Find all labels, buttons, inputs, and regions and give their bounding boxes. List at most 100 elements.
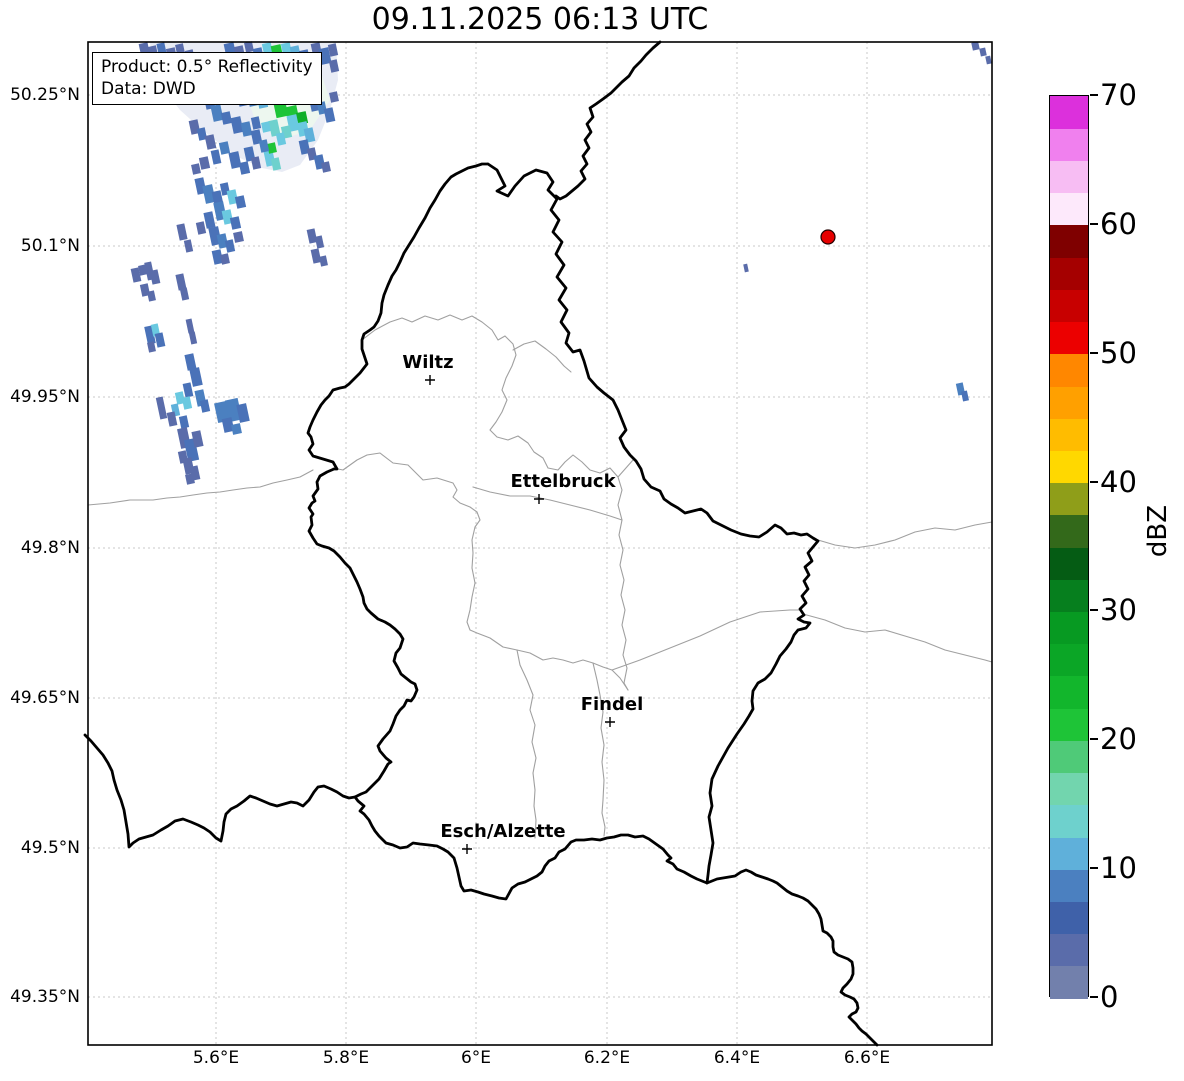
colorbar-segment	[1050, 869, 1088, 902]
colorbar-axis-label: dBZ	[1143, 504, 1173, 558]
radar-echo-cell	[985, 55, 992, 65]
radar-echo-cell	[234, 195, 247, 209]
city-marker	[462, 844, 472, 854]
colorbar-segment	[1050, 836, 1088, 870]
radar-echo-cell	[155, 396, 168, 420]
radar-echo-cell	[231, 423, 242, 435]
colorbar-tick-label: 40	[1100, 464, 1137, 499]
radar-echo-cell	[210, 149, 222, 165]
colorbar-segment	[1050, 321, 1088, 355]
map-svg: Wiltz Ettelbruck Findel Esch/Alzette	[83, 40, 993, 1047]
city-label: Ettelbruck	[510, 471, 616, 492]
colorbar-tick-label: 20	[1100, 722, 1137, 757]
radar-echo-cell	[224, 239, 236, 253]
colorbar-tick-label: 30	[1100, 593, 1137, 628]
colorbar-tick-label: 50	[1100, 335, 1137, 370]
city-marker	[425, 375, 435, 385]
colorbar-segment	[1050, 933, 1088, 967]
radar-echo-cell	[198, 156, 211, 170]
national-border	[306, 162, 820, 901]
colorbar-tick	[1090, 94, 1098, 96]
y-tick-label: 49.5°N	[20, 838, 80, 858]
y-tick-label: 49.95°N	[10, 387, 80, 407]
colorbar-segment	[1050, 643, 1088, 677]
colorbar-segment	[1050, 418, 1088, 451]
colorbar-segment	[1050, 611, 1088, 645]
x-tick-label: 6.4°E	[713, 1048, 761, 1068]
radar-echo-cell	[178, 415, 190, 429]
radar-echo-cell	[195, 221, 207, 235]
y-tick-label: 49.8°N	[20, 538, 80, 558]
district-border	[512, 340, 572, 373]
colorbar-segment	[1050, 804, 1088, 838]
colorbar-segment	[1050, 450, 1088, 484]
product-info-box: Product: 0.5° Reflectivity Data: DWD	[92, 52, 322, 106]
colorbar-segment	[1050, 901, 1088, 935]
radar-echo-cell	[149, 269, 161, 285]
x-tick-label: 6°E	[460, 1048, 492, 1068]
colorbar-tick-label: 70	[1100, 78, 1137, 112]
radar-echo-cell	[181, 396, 193, 410]
y-tick-label: 50.1°N	[20, 236, 80, 256]
district-border	[87, 469, 314, 506]
colorbar-segment	[1050, 514, 1088, 548]
radar-echo-cell	[185, 318, 195, 334]
product-info-line1: Product: 0.5° Reflectivity	[101, 57, 313, 77]
colorbar-segment	[1050, 192, 1088, 226]
district-border	[611, 609, 801, 671]
district-border	[516, 649, 537, 839]
radar-echo-cell	[306, 228, 318, 244]
colorbar-tick	[1090, 738, 1098, 741]
colorbar-segment	[1050, 482, 1088, 516]
national-border	[554, 40, 662, 201]
y-tick-label: 49.35°N	[10, 987, 80, 1007]
radar-echo-cell	[229, 216, 242, 230]
radar-echo-cell	[321, 161, 331, 173]
national-border	[705, 868, 879, 1047]
radar-echo-cell	[310, 248, 322, 264]
colorbar-segment	[1050, 353, 1088, 387]
colorbar-tick-label: 0	[1100, 980, 1119, 1014]
x-tick-label: 5.8°E	[322, 1048, 370, 1068]
x-tick-label: 6.2°E	[583, 1048, 631, 1068]
radar-echo-cell	[979, 47, 987, 57]
radar-echo-cell	[182, 382, 194, 398]
radar-echo-cell	[154, 332, 166, 348]
colorbar-tick	[1090, 996, 1098, 998]
radar-echo-cell	[191, 163, 201, 175]
colorbar-tick	[1090, 480, 1098, 483]
x-tick-label: 6.6°E	[843, 1048, 891, 1068]
radar-echo-cell	[183, 239, 194, 253]
colorbar-tick	[1090, 609, 1098, 612]
y-tick-label: 49.65°N	[10, 688, 80, 708]
radar-echo-cell	[319, 255, 328, 267]
colorbar-segment	[1050, 224, 1088, 258]
radar-echo-cell	[743, 263, 749, 273]
colorbar-segment	[1050, 160, 1088, 194]
district-border	[817, 521, 993, 549]
product-info-line2: Data: DWD	[101, 79, 196, 100]
colorbar-segment	[1050, 708, 1088, 741]
radar-echo-cell	[188, 331, 198, 345]
colorbar-segment	[1050, 740, 1088, 774]
radar-site-marker	[820, 229, 836, 245]
radar-echo-cell	[147, 290, 156, 302]
colorbar	[1049, 95, 1089, 999]
radar-echo-cell	[179, 287, 190, 301]
colorbar-segment	[1050, 579, 1088, 613]
district-border	[592, 662, 606, 837]
x-tick-label: 5.6°E	[192, 1048, 240, 1068]
radar-echo-cell	[203, 211, 216, 229]
radar-figure: 09.11.2025 06:13 UTC Wiltz Ettelbruck Find…	[0, 0, 1184, 1081]
district-border	[361, 314, 634, 478]
colorbar-segment	[1050, 965, 1088, 999]
colorbar-segment	[1050, 289, 1088, 323]
colorbar-segment	[1050, 772, 1088, 806]
radar-echo-cell	[233, 231, 244, 243]
radar-echo-cell	[199, 399, 211, 413]
national-border	[83, 733, 357, 849]
district-border	[802, 613, 993, 663]
radar-echo-cell	[961, 390, 969, 402]
city-marker	[534, 494, 544, 504]
colorbar-tick	[1090, 222, 1098, 225]
